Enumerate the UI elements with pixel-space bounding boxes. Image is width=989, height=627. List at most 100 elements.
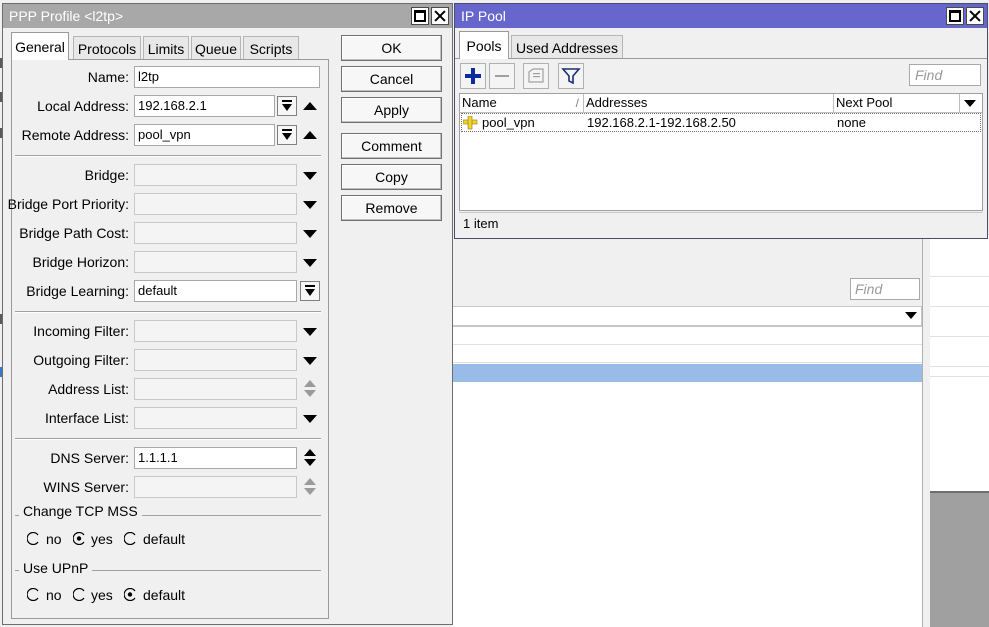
splitter[interactable] xyxy=(922,236,930,627)
tab-queue[interactable]: Queue xyxy=(191,36,241,60)
copy-button[interactable]: Copy xyxy=(341,164,442,190)
pool-addresses-cell: 192.168.2.1-192.168.2.50 xyxy=(587,115,736,130)
upnp-yes-label[interactable]: yes xyxy=(91,586,113,604)
address-list-spinner-icon[interactable] xyxy=(303,379,317,399)
maximize-icon[interactable] xyxy=(946,7,964,25)
bridge-horizon-field[interactable] xyxy=(134,251,297,273)
tab-protocols[interactable]: Protocols xyxy=(73,36,141,60)
collapse-arrow-icon[interactable] xyxy=(303,102,317,110)
maximize-icon[interactable] xyxy=(411,7,429,25)
outgoing-filter-field[interactable] xyxy=(134,349,297,371)
dns-server-field[interactable]: 1.1.1.1 xyxy=(134,447,297,469)
interface-list-dropdown-icon[interactable] xyxy=(303,415,317,423)
close-icon[interactable] xyxy=(966,7,984,25)
bridge-port-priority-dropdown-icon[interactable] xyxy=(303,201,317,209)
find-input[interactable]: Find xyxy=(909,64,981,86)
bridge-horizon-dropdown-icon[interactable] xyxy=(303,259,317,267)
bridge-field[interactable] xyxy=(134,164,297,186)
remote-address-dropdown-icon[interactable] xyxy=(277,125,297,145)
background-find-input[interactable]: Find xyxy=(850,278,920,300)
list-row[interactable] xyxy=(452,327,922,345)
apply-button[interactable]: Apply xyxy=(341,97,442,123)
name-field[interactable]: l2tp xyxy=(134,66,320,88)
tab-limits[interactable]: Limits xyxy=(143,36,189,60)
pool-table: Name / Addresses Next Pool pool_vpn 192.… xyxy=(459,93,983,211)
wins-server-spinner-icon[interactable] xyxy=(303,477,317,497)
column-menu-arrow-icon[interactable] xyxy=(905,312,917,319)
bridge-horizon-label: Bridge Horizon: xyxy=(32,254,130,270)
tab-pools[interactable]: Pools xyxy=(459,31,509,59)
window-title[interactable]: PPP Profile <l2tp> xyxy=(3,4,452,28)
comment-button[interactable]: Comment xyxy=(341,133,442,159)
bridge-learning-field[interactable]: default xyxy=(134,280,297,302)
outgoing-filter-dropdown-icon[interactable] xyxy=(303,357,317,365)
status-bar: 1 item xyxy=(459,212,983,234)
background-column-header xyxy=(452,306,922,326)
interface-list-field[interactable] xyxy=(134,407,297,429)
wins-server-label: WINS Server: xyxy=(43,479,129,495)
bridge-path-cost-dropdown-icon[interactable] xyxy=(303,230,317,238)
column-header-name[interactable]: Name / xyxy=(460,94,584,113)
list-row[interactable] xyxy=(452,345,922,363)
sort-icon: / xyxy=(575,96,579,110)
upnp-no-label[interactable]: no xyxy=(46,586,62,604)
remote-address-field[interactable]: pool_vpn xyxy=(134,124,275,146)
remote-address-label: Remote Address: xyxy=(21,127,129,143)
collapse-arrow-icon[interactable] xyxy=(303,131,317,139)
local-address-label: Local Address: xyxy=(37,98,129,114)
cancel-button[interactable]: Cancel xyxy=(341,66,442,92)
incoming-filter-field[interactable] xyxy=(134,320,297,342)
add-button[interactable] xyxy=(460,63,486,89)
address-list-field[interactable] xyxy=(134,378,297,400)
background-gray-area xyxy=(930,491,989,627)
bridge-learning-label: Bridge Learning: xyxy=(26,283,129,299)
tab-general[interactable]: General xyxy=(11,32,69,60)
column-menu-button[interactable] xyxy=(960,94,982,113)
tab-used-addresses[interactable]: Used Addresses xyxy=(511,35,623,59)
tcp-mss-default-radio[interactable] xyxy=(124,532,137,545)
tcp-mss-yes-label[interactable]: yes xyxy=(91,530,113,548)
remove-button[interactable]: Remove xyxy=(341,195,442,221)
bridge-path-cost-field[interactable] xyxy=(134,222,297,244)
filter-button[interactable] xyxy=(558,63,584,89)
column-header-addresses[interactable]: Addresses xyxy=(584,94,834,113)
background-list xyxy=(452,326,922,627)
change-tcp-mss-title: Change TCP MSS xyxy=(19,502,142,520)
comment-item-button[interactable] xyxy=(523,63,549,89)
upnp-default-label[interactable]: default xyxy=(143,586,185,604)
tab-scripts[interactable]: Scripts xyxy=(243,36,299,60)
upnp-no-radio[interactable] xyxy=(27,588,40,601)
tcp-mss-default-label[interactable]: default xyxy=(143,530,185,548)
chevron-down-icon xyxy=(964,100,976,107)
pool-item-icon xyxy=(463,116,478,130)
filter-icon xyxy=(561,68,581,85)
bridge-dropdown-icon[interactable] xyxy=(303,172,317,180)
ok-button[interactable]: OK xyxy=(341,35,442,61)
incoming-filter-dropdown-icon[interactable] xyxy=(303,328,317,336)
local-address-field[interactable]: 192.168.2.1 xyxy=(134,95,275,117)
close-icon[interactable] xyxy=(431,7,449,25)
column-name-label: Name xyxy=(462,95,497,110)
separator xyxy=(15,155,321,157)
remove-item-button[interactable] xyxy=(489,63,515,89)
dns-server-spinner-icon[interactable] xyxy=(303,448,317,468)
tcp-mss-no-radio[interactable] xyxy=(27,532,40,545)
upnp-yes-radio[interactable] xyxy=(73,588,86,601)
local-address-dropdown-icon[interactable] xyxy=(277,96,297,116)
window-title[interactable]: IP Pool xyxy=(455,4,987,28)
selected-list-row[interactable] xyxy=(452,364,922,382)
column-header-next-pool[interactable]: Next Pool xyxy=(834,94,960,113)
minus-icon xyxy=(495,75,509,77)
tcp-mss-yes-radio[interactable] xyxy=(73,532,86,545)
bridge-label: Bridge: xyxy=(84,167,129,183)
incoming-filter-label: Incoming Filter: xyxy=(33,323,129,339)
outgoing-filter-label: Outgoing Filter: xyxy=(33,352,129,368)
pool-next-pool-cell: none xyxy=(837,115,866,130)
bridge-learning-dropdown-icon[interactable] xyxy=(300,281,320,301)
wins-server-field[interactable] xyxy=(134,476,297,498)
upnp-default-radio[interactable] xyxy=(124,588,137,601)
bridge-port-priority-field[interactable] xyxy=(134,193,297,215)
bridge-port-priority-label: Bridge Port Priority: xyxy=(7,196,129,212)
separator xyxy=(15,311,321,313)
tcp-mss-no-label[interactable]: no xyxy=(46,530,62,548)
